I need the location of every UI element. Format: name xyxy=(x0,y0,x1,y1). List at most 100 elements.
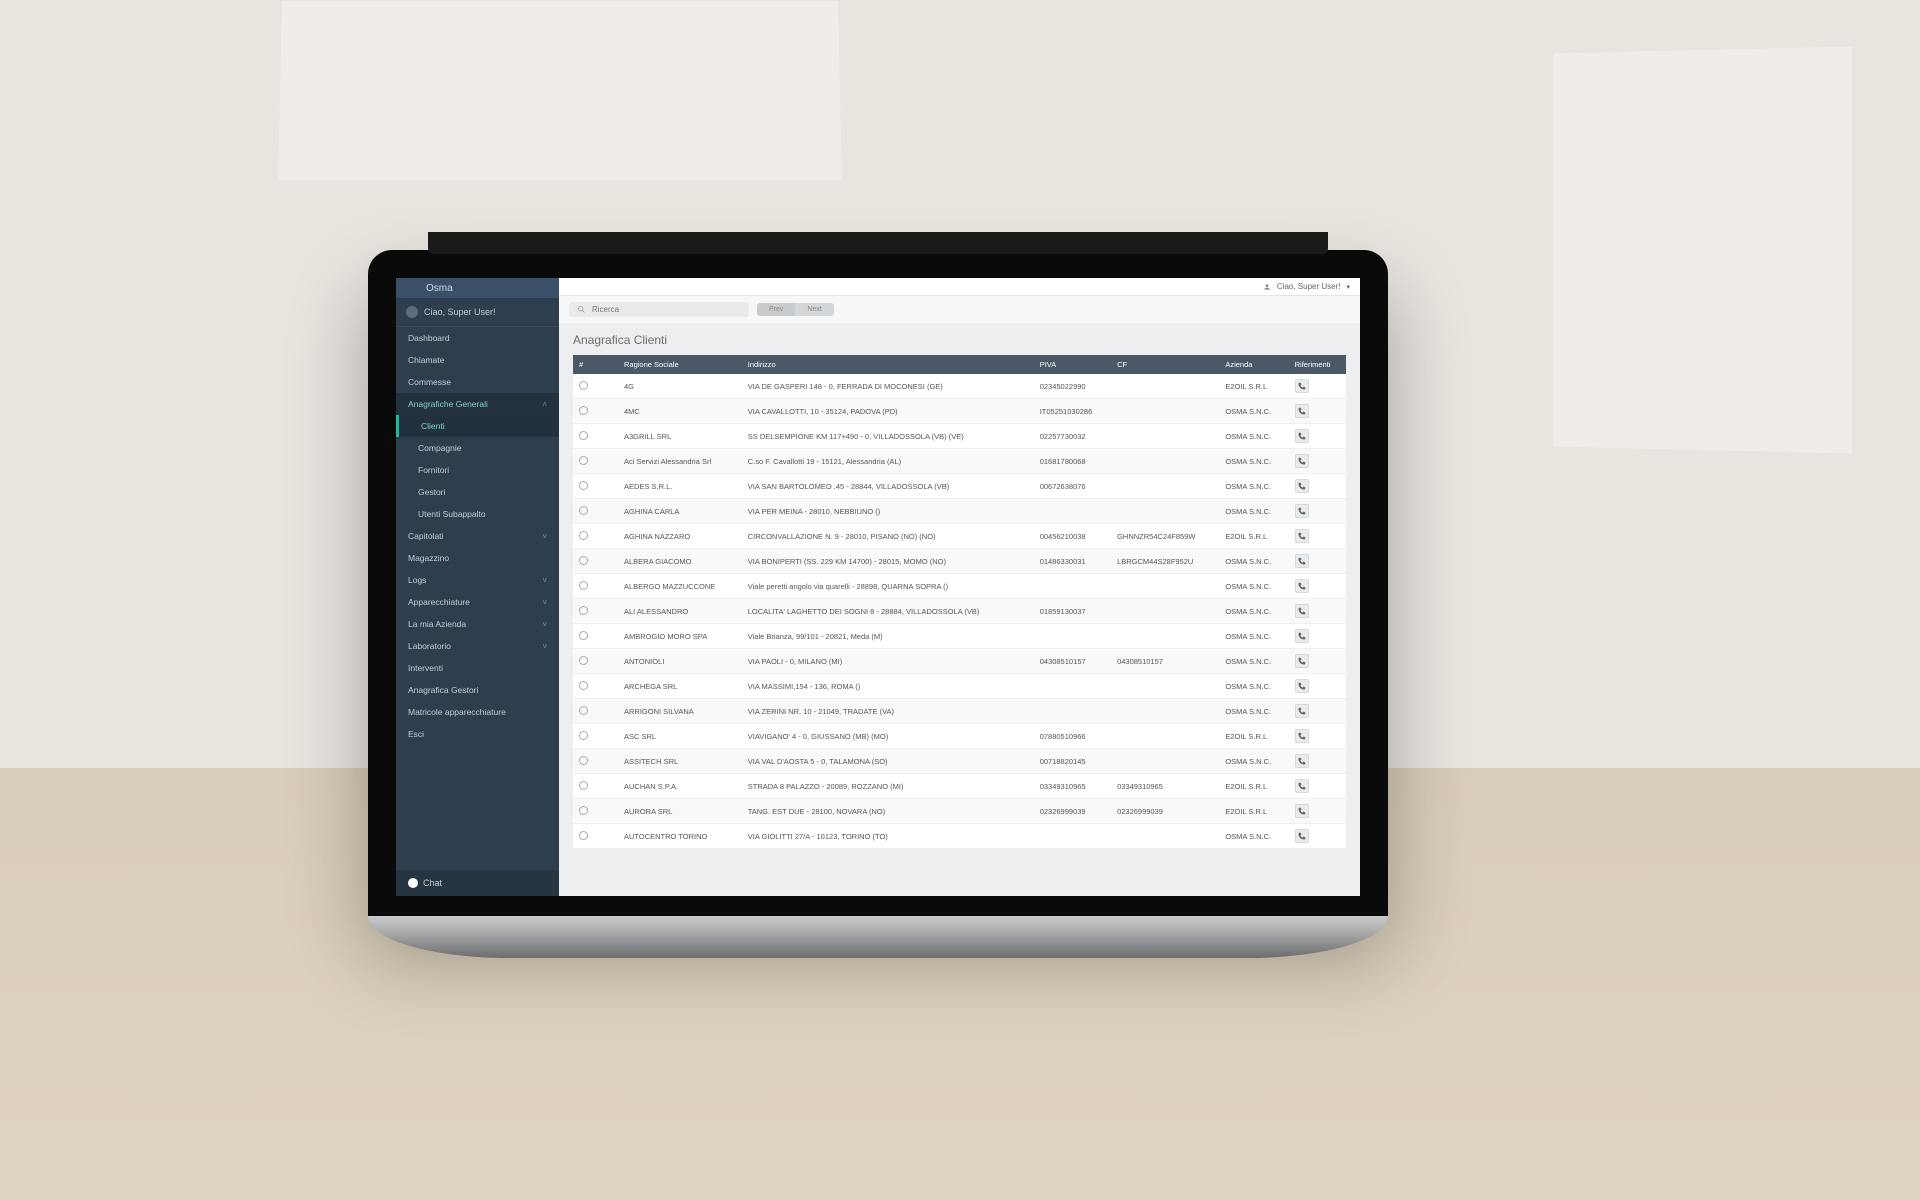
sidebar: Osma Ciao, Super User! DashboardChiamate… xyxy=(396,278,559,896)
table-row[interactable]: AUCHAN S.P.A.STRADA 8 PALAZZO - 20089, R… xyxy=(573,774,1346,799)
phone-button[interactable] xyxy=(1295,579,1309,593)
sidebar-item-capitolati[interactable]: Capitolati˅ xyxy=(396,525,559,547)
cell-actions xyxy=(1289,749,1346,774)
sidebar-item-utenti-subappalto[interactable]: Utenti Subappalto xyxy=(396,503,559,525)
topbar-user-label[interactable]: Ciao, Super User! xyxy=(1277,282,1341,291)
sidebar-item-magazzino[interactable]: Magazzino xyxy=(396,547,559,569)
table-row[interactable]: 4GVIA DE GASPERI 148 - 0, FERRADA DI MOC… xyxy=(573,374,1346,399)
table-row[interactable]: AGHINA NAZZAROCIRCONVALLAZIONE N. 9 - 28… xyxy=(573,524,1346,549)
col-header[interactable]: PIVA xyxy=(1034,355,1111,374)
table-row[interactable]: AURORA SRLTANG. EST DUE - 28100, NOVARA … xyxy=(573,799,1346,824)
phone-button[interactable] xyxy=(1295,454,1309,468)
cell-actions xyxy=(1289,599,1346,624)
sidebar-item-apparecchiature[interactable]: Apparecchiature˅ xyxy=(396,591,559,613)
row-radio[interactable] xyxy=(579,731,588,740)
laptop-frame: Osma Ciao, Super User! DashboardChiamate… xyxy=(368,250,1388,958)
row-radio[interactable] xyxy=(579,681,588,690)
cell-cf xyxy=(1111,599,1219,624)
col-header[interactable]: Azienda xyxy=(1219,355,1288,374)
phone-button[interactable] xyxy=(1295,379,1309,393)
sidebar-item-anagrafica-gestori[interactable]: Anagrafica Gestori xyxy=(396,679,559,701)
row-radio[interactable] xyxy=(579,656,588,665)
row-radio[interactable] xyxy=(579,806,588,815)
phone-button[interactable] xyxy=(1295,679,1309,693)
phone-button[interactable] xyxy=(1295,654,1309,668)
col-header[interactable]: CF xyxy=(1111,355,1219,374)
table-row[interactable]: ALBERGO MAZZUCCONEViale peretti angolo v… xyxy=(573,574,1346,599)
sidebar-item-fornitori[interactable]: Fornitori xyxy=(396,459,559,481)
phone-button[interactable] xyxy=(1295,504,1309,518)
row-radio[interactable] xyxy=(579,406,588,415)
phone-button[interactable] xyxy=(1295,554,1309,568)
phone-button[interactable] xyxy=(1295,704,1309,718)
table-row[interactable]: ASC SRLVIAVIGANO' 4 - 0, GIUSSANO (MB) (… xyxy=(573,724,1346,749)
row-radio[interactable] xyxy=(579,756,588,765)
sidebar-item-compagnie[interactable]: Compagnie xyxy=(396,437,559,459)
row-radio[interactable] xyxy=(579,606,588,615)
row-index xyxy=(594,474,618,499)
sidebar-item-dashboard[interactable]: Dashboard xyxy=(396,327,559,349)
col-header[interactable]: Ragione Sociale xyxy=(618,355,742,374)
row-radio[interactable] xyxy=(579,581,588,590)
sidebar-item-laboratorio[interactable]: Laboratorio˅ xyxy=(396,635,559,657)
row-radio[interactable] xyxy=(579,781,588,790)
chevron-down-icon[interactable]: ▾ xyxy=(1346,283,1350,291)
chat-button[interactable]: Chat xyxy=(396,870,559,896)
col-header[interactable] xyxy=(594,355,618,374)
table-row[interactable]: 4MCVIA CAVALLOTTI, 10 - 35124, PADOVA (P… xyxy=(573,399,1346,424)
sidebar-item-chiamate[interactable]: Chiamate xyxy=(396,349,559,371)
phone-button[interactable] xyxy=(1295,729,1309,743)
phone-button[interactable] xyxy=(1295,604,1309,618)
phone-button[interactable] xyxy=(1295,629,1309,643)
phone-icon xyxy=(1297,607,1306,616)
phone-button[interactable] xyxy=(1295,754,1309,768)
table-row[interactable]: AGHINA CARLAVIA PER MEINA - 28010, NEBBI… xyxy=(573,499,1346,524)
row-radio[interactable] xyxy=(579,831,588,840)
pill-prev[interactable]: Prev xyxy=(757,303,795,316)
table-row[interactable]: ANTONIOLIVIA PAOLI - 0, MILANO (MI)04308… xyxy=(573,649,1346,674)
row-radio[interactable] xyxy=(579,456,588,465)
row-radio[interactable] xyxy=(579,381,588,390)
table-row[interactable]: AMBROGIO MORO SPAViale Brianza, 99/101 -… xyxy=(573,624,1346,649)
table-row[interactable]: ALI ALESSANDROLOCALITA' LAGHETTO DEI SOG… xyxy=(573,599,1346,624)
table-row[interactable]: ARCHEGA SRLVIA MASSIMI,154 - 136, ROMA (… xyxy=(573,674,1346,699)
phone-button[interactable] xyxy=(1295,404,1309,418)
row-radio[interactable] xyxy=(579,506,588,515)
row-radio[interactable] xyxy=(579,706,588,715)
row-radio[interactable] xyxy=(579,431,588,440)
col-header[interactable]: Indirizzo xyxy=(742,355,1034,374)
pill-next[interactable]: Next xyxy=(795,303,833,316)
cell-cf: 04308510157 xyxy=(1111,649,1219,674)
sidebar-item-interventi[interactable]: Interventi xyxy=(396,657,559,679)
search-input[interactable] xyxy=(592,305,741,314)
table-row[interactable]: ARRIGONI SILVANAVIA ZERINI NR. 10 - 2104… xyxy=(573,699,1346,724)
sidebar-item-logs[interactable]: Logs˅ xyxy=(396,569,559,591)
col-header[interactable]: # xyxy=(573,355,594,374)
row-radio[interactable] xyxy=(579,631,588,640)
table-row[interactable]: AEDES S.R.L.VIA SAN BARTOLOMEO ,45 - 288… xyxy=(573,474,1346,499)
table-row[interactable]: A3GRILL SRLSS DELSEMPIONE KM 117+490 - 0… xyxy=(573,424,1346,449)
sidebar-item-esci[interactable]: Esci xyxy=(396,723,559,745)
row-radio[interactable] xyxy=(579,481,588,490)
row-radio[interactable] xyxy=(579,531,588,540)
phone-button[interactable] xyxy=(1295,829,1309,843)
row-index xyxy=(594,799,618,824)
table-row[interactable]: AUTOCENTRO TORINOVIA GIOLITTI 27/A - 101… xyxy=(573,824,1346,849)
sidebar-item-clienti[interactable]: Clienti xyxy=(396,415,559,437)
phone-button[interactable] xyxy=(1295,479,1309,493)
table-row[interactable]: ASSITECH SRLVIA VAL D'AOSTA 5 - 0, TALAM… xyxy=(573,749,1346,774)
col-header[interactable]: Riferimenti xyxy=(1289,355,1346,374)
sidebar-user[interactable]: Ciao, Super User! xyxy=(396,298,559,327)
sidebar-item-commesse[interactable]: Commesse xyxy=(396,371,559,393)
sidebar-item-gestori[interactable]: Gestori xyxy=(396,481,559,503)
table-row[interactable]: Aci Servizi Alessandria SrlC.so F. Caval… xyxy=(573,449,1346,474)
table-row[interactable]: ALBERA GIACOMOVIA BONIPERTI (SS. 229 KM … xyxy=(573,549,1346,574)
sidebar-item-matricole-apparecchiature[interactable]: Matricole apparecchiature xyxy=(396,701,559,723)
row-radio[interactable] xyxy=(579,556,588,565)
phone-button[interactable] xyxy=(1295,779,1309,793)
sidebar-item-la-mia-azienda[interactable]: La mia Azienda˅ xyxy=(396,613,559,635)
phone-button[interactable] xyxy=(1295,804,1309,818)
phone-button[interactable] xyxy=(1295,529,1309,543)
phone-button[interactable] xyxy=(1295,429,1309,443)
sidebar-item-anagrafiche-generali[interactable]: Anagrafiche Generali˄ xyxy=(396,393,559,415)
